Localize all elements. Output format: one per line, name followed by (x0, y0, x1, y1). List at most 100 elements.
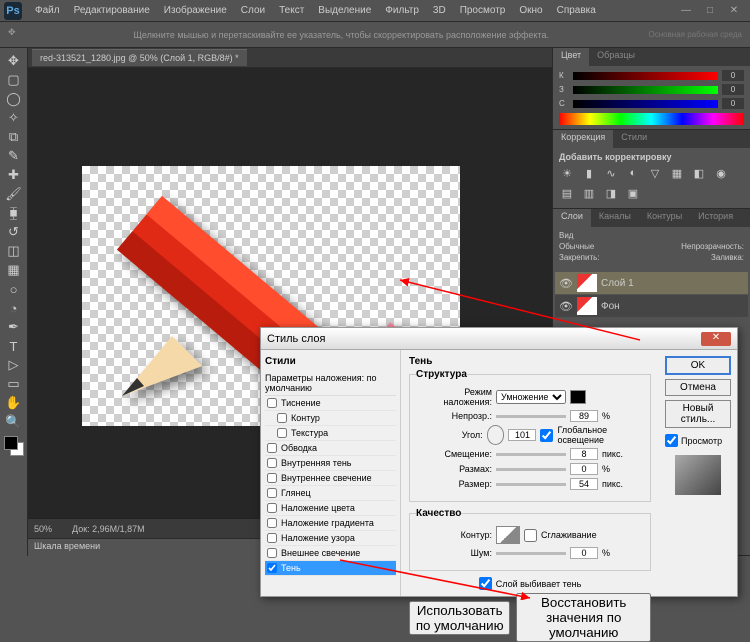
style-check[interactable] (267, 503, 277, 513)
layer-blend[interactable]: Обычные (559, 242, 594, 251)
hand-tool[interactable]: ✋ (2, 394, 26, 412)
style-inner-shadow[interactable]: Внутренняя тень (265, 456, 396, 471)
menu-filter[interactable]: Фильтр (378, 2, 426, 19)
style-check[interactable] (267, 548, 277, 558)
wand-tool[interactable]: ✧ (2, 109, 26, 127)
crop-tool[interactable]: ⧉ (2, 128, 26, 146)
contour-picker[interactable] (496, 526, 520, 544)
marquee-tool[interactable]: ▢ (2, 71, 26, 89)
tab-channels[interactable]: Каналы (591, 209, 639, 227)
brightness-icon[interactable]: ☀ (559, 166, 575, 180)
curves-icon[interactable]: ∿ (603, 166, 619, 180)
type-tool[interactable]: T (2, 337, 26, 355)
r-value[interactable]: 0 (722, 70, 744, 81)
ok-button[interactable]: OK (665, 356, 731, 375)
style-satin[interactable]: Глянец (265, 486, 396, 501)
size-slider[interactable] (496, 483, 566, 486)
menu-select[interactable]: Выделение (311, 2, 378, 19)
menu-text[interactable]: Текст (272, 2, 311, 19)
bw-icon[interactable]: ◧ (691, 166, 707, 180)
move-tool[interactable]: ✥ (2, 52, 26, 70)
style-check[interactable] (267, 533, 277, 543)
layer-name[interactable]: Слой 1 (601, 278, 634, 289)
filter-icon[interactable]: ◉ (713, 166, 729, 180)
levels-icon[interactable]: ▮ (581, 166, 597, 180)
hue-icon[interactable]: ▦ (669, 166, 685, 180)
layer-row-1[interactable]: 👁 Слой 1 (555, 272, 748, 294)
tab-history[interactable]: История (690, 209, 741, 227)
lookup-icon[interactable]: ▥ (581, 186, 597, 200)
dialog-titlebar[interactable]: Стиль слоя ✕ (261, 328, 737, 350)
eyedropper-tool[interactable]: ✎ (2, 147, 26, 165)
style-check[interactable] (267, 518, 277, 528)
gradient-tool[interactable]: ▦ (2, 261, 26, 279)
menu-3d[interactable]: 3D (426, 2, 453, 19)
brush-tool[interactable]: 🖌 (2, 185, 26, 203)
angle-dial[interactable] (487, 425, 505, 445)
style-check[interactable] (267, 473, 277, 483)
chmix-icon[interactable]: ▤ (559, 186, 575, 200)
visibility-icon[interactable]: 👁 (559, 277, 573, 290)
lasso-tool[interactable]: ◯ (2, 90, 26, 108)
stamp-tool[interactable]: ⧯ (2, 204, 26, 222)
dodge-tool[interactable]: ◔ (2, 299, 26, 317)
tab-color[interactable]: Цвет (553, 48, 589, 66)
style-gradient-overlay[interactable]: Наложение градиента (265, 516, 396, 531)
menu-image[interactable]: Изображение (157, 2, 234, 19)
global-light-check[interactable] (540, 429, 553, 442)
cancel-button[interactable]: Отмена (665, 379, 731, 396)
style-color-overlay[interactable]: Наложение цвета (265, 501, 396, 516)
distance-input[interactable] (570, 448, 598, 460)
preview-check[interactable] (665, 434, 678, 447)
angle-input[interactable] (508, 429, 536, 441)
g-value[interactable]: 0 (722, 84, 744, 95)
path-tool[interactable]: ▷ (2, 356, 26, 374)
make-default-button[interactable]: Использовать по умолчанию (409, 601, 510, 635)
menu-layers[interactable]: Слои (234, 2, 272, 19)
menu-edit[interactable]: Редактирование (67, 2, 157, 19)
spread-slider[interactable] (496, 468, 566, 471)
shape-tool[interactable]: ▭ (2, 375, 26, 393)
style-drop-shadow[interactable]: Тень (265, 561, 396, 576)
zoom-value[interactable]: 50% (34, 524, 52, 534)
b-value[interactable]: 0 (722, 98, 744, 109)
vibrance-icon[interactable]: ▽ (647, 166, 663, 180)
blur-tool[interactable]: ○ (2, 280, 26, 298)
invert-icon[interactable]: ◨ (603, 186, 619, 200)
reset-default-button[interactable]: Восстановить значения по умолчанию (516, 593, 651, 642)
menu-window[interactable]: Окно (512, 2, 549, 19)
menu-help[interactable]: Справка (550, 2, 603, 19)
style-pattern-overlay[interactable]: Наложение узора (265, 531, 396, 546)
history-brush-tool[interactable]: ↺ (2, 223, 26, 241)
distance-slider[interactable] (496, 453, 566, 456)
new-style-button[interactable]: Новый стиль... (665, 400, 731, 428)
maximize-button[interactable]: □ (702, 5, 718, 17)
heal-tool[interactable]: ✚ (2, 166, 26, 184)
style-stroke[interactable]: Обводка (265, 441, 396, 456)
workspace-label[interactable]: Основная рабочая среда (648, 30, 742, 39)
style-inner-glow[interactable]: Внутреннее свечение (265, 471, 396, 486)
style-check[interactable] (267, 488, 277, 498)
g-slider[interactable] (573, 86, 718, 94)
color-swatches[interactable] (4, 436, 24, 456)
poster-icon[interactable]: ▣ (625, 186, 641, 200)
document-tab[interactable]: red-313521_1280.jpg @ 50% (Слой 1, RGB/8… (32, 49, 247, 66)
style-bevel[interactable]: Тиснение (265, 396, 396, 411)
style-outer-glow[interactable]: Внешнее свечение (265, 546, 396, 561)
style-check[interactable] (277, 428, 287, 438)
layer-row-bg[interactable]: 👁 Фон (555, 295, 748, 317)
shadow-color-swatch[interactable] (570, 390, 586, 404)
tab-paths[interactable]: Контуры (639, 209, 690, 227)
b-slider[interactable] (573, 100, 718, 108)
blend-mode-select[interactable]: Умножение (496, 390, 566, 404)
menu-file[interactable]: Файл (28, 2, 67, 19)
r-slider[interactable] (573, 72, 718, 80)
menu-view[interactable]: Просмотр (453, 2, 513, 19)
opacity-input[interactable] (570, 410, 598, 422)
close-button[interactable]: ✕ (726, 5, 742, 17)
eraser-tool[interactable]: ◫ (2, 242, 26, 260)
spread-input[interactable] (570, 463, 598, 475)
visibility-icon[interactable]: 👁 (559, 300, 573, 313)
style-check[interactable] (267, 398, 277, 408)
tab-styles[interactable]: Стили (613, 130, 655, 148)
